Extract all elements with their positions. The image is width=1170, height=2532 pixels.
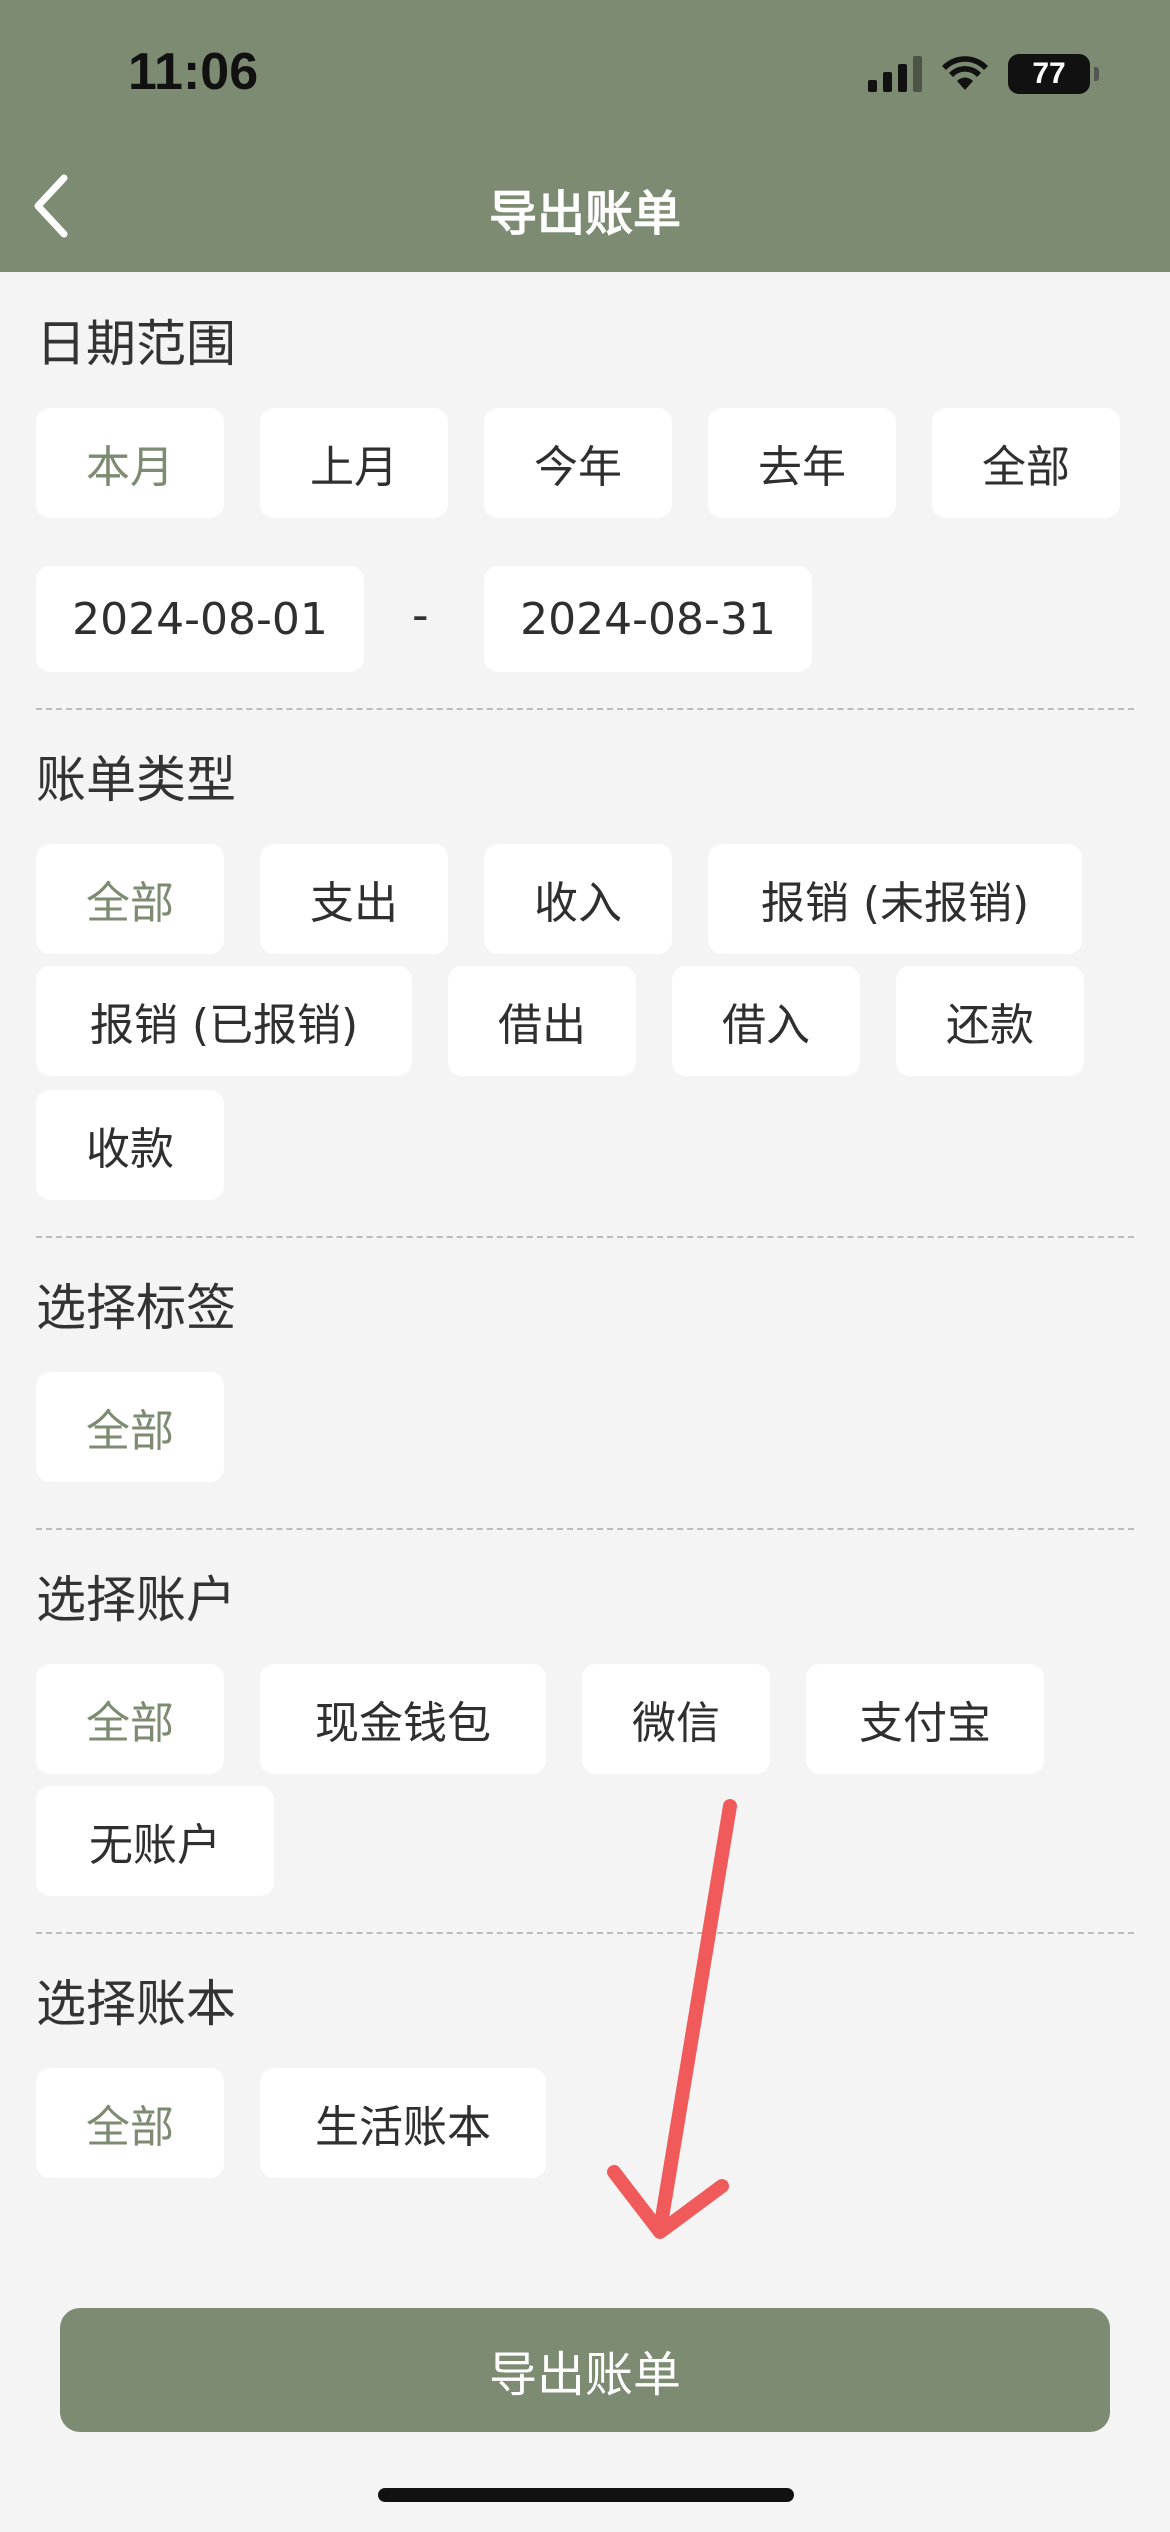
account-wechat[interactable]: 微信 — [582, 1664, 770, 1774]
bill-type-lend[interactable]: 借出 — [448, 966, 636, 1076]
divider — [36, 1528, 1134, 1530]
end-date-field[interactable]: 2024-08-31 — [484, 566, 812, 672]
top-bar: 11:06 77 导出账单 — [0, 0, 1170, 272]
date-separator: - — [412, 588, 429, 642]
ledger-living[interactable]: 生活账本 — [260, 2068, 546, 2178]
bill-type-income[interactable]: 收入 — [484, 844, 672, 954]
date-range-title: 日期范围 — [36, 315, 236, 373]
export-bill-button[interactable]: 导出账单 — [60, 2308, 1110, 2432]
date-preset-this-year[interactable]: 今年 — [484, 408, 672, 518]
divider — [36, 1932, 1134, 1934]
date-preset-last-month[interactable]: 上月 — [260, 408, 448, 518]
bill-type-borrow[interactable]: 借入 — [672, 966, 860, 1076]
bill-type-collect[interactable]: 收款 — [36, 1090, 224, 1200]
account-none[interactable]: 无账户 — [36, 1786, 274, 1896]
date-preset-last-year[interactable]: 去年 — [708, 408, 896, 518]
start-date-field[interactable]: 2024-08-01 — [36, 566, 364, 672]
account-all[interactable]: 全部 — [36, 1664, 224, 1774]
status-time: 11:06 — [128, 43, 259, 101]
bill-type-repay[interactable]: 还款 — [896, 966, 1084, 1076]
date-preset-all[interactable]: 全部 — [932, 408, 1120, 518]
ledgers-title: 选择账本 — [36, 1975, 236, 2033]
cellular-signal-icon — [868, 56, 922, 92]
account-cash-wallet[interactable]: 现金钱包 — [260, 1664, 546, 1774]
accounts-title: 选择账户 — [36, 1571, 236, 1629]
wifi-icon — [942, 56, 988, 90]
bill-type-expense[interactable]: 支出 — [260, 844, 448, 954]
status-icons: 77 — [868, 54, 1099, 94]
battery-icon: 77 — [1008, 54, 1099, 94]
divider — [36, 1236, 1134, 1238]
tag-all[interactable]: 全部 — [36, 1372, 224, 1482]
bill-type-title: 账单类型 — [36, 751, 236, 809]
bill-type-reimburse-done[interactable]: 报销 (已报销) — [36, 966, 412, 1076]
ledger-all[interactable]: 全部 — [36, 2068, 224, 2178]
tags-title: 选择标签 — [36, 1279, 236, 1337]
bill-type-reimburse-pending[interactable]: 报销 (未报销) — [708, 844, 1082, 954]
divider — [36, 708, 1134, 710]
page-title: 导出账单 — [488, 186, 681, 242]
date-preset-this-month[interactable]: 本月 — [36, 408, 224, 518]
home-indicator — [378, 2488, 794, 2502]
account-alipay[interactable]: 支付宝 — [806, 1664, 1044, 1774]
bill-type-all[interactable]: 全部 — [36, 844, 224, 954]
